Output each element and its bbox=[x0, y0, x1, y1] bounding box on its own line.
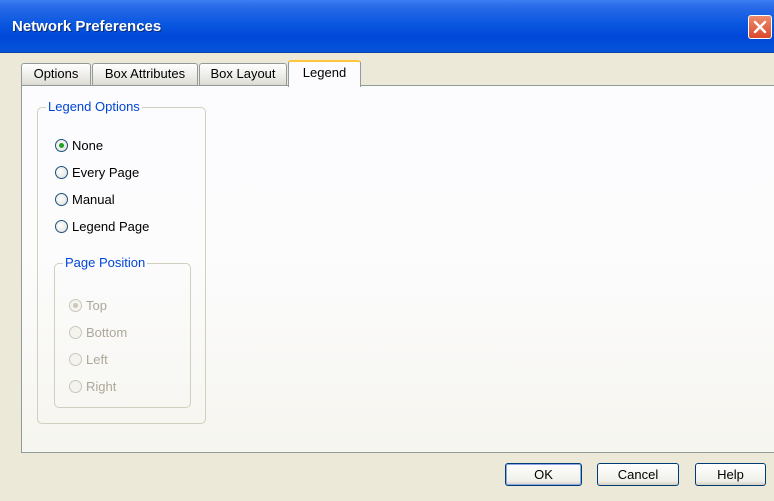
radio-button bbox=[69, 299, 82, 312]
close-icon bbox=[753, 20, 767, 34]
radio-button[interactable] bbox=[55, 139, 68, 152]
radio-button[interactable] bbox=[55, 220, 68, 233]
radio-legend-legend-page[interactable]: Legend Page bbox=[55, 219, 165, 237]
window-title: Network Preferences bbox=[12, 18, 162, 35]
radio-label: Left bbox=[86, 352, 108, 367]
network-preferences-dialog: Network Preferences Options Box Attribut… bbox=[0, 0, 774, 501]
tab-box-attributes[interactable]: Box Attributes bbox=[92, 63, 198, 85]
radio-label: Every Page bbox=[72, 165, 140, 180]
radio-position-left: Left bbox=[69, 352, 169, 370]
radio-button bbox=[69, 353, 82, 366]
radio-position-bottom: Bottom bbox=[69, 325, 169, 343]
radio-button[interactable] bbox=[55, 166, 68, 179]
tab-legend[interactable]: Legend bbox=[288, 60, 361, 87]
radio-legend-none[interactable]: None bbox=[55, 138, 165, 156]
close-button[interactable] bbox=[748, 15, 772, 39]
tab-panel-legend: Legend Options None Every Page Manual Le… bbox=[21, 85, 774, 453]
radio-label: Right bbox=[86, 379, 117, 394]
radio-label: None bbox=[72, 138, 104, 153]
page-position-group: Page Position Top Bottom Left Right bbox=[54, 255, 191, 408]
tab-options[interactable]: Options bbox=[21, 63, 91, 85]
radio-label: Manual bbox=[72, 192, 115, 207]
tab-label: Box Layout bbox=[210, 66, 276, 81]
cancel-button[interactable]: Cancel bbox=[597, 463, 679, 486]
ok-button[interactable]: OK bbox=[505, 463, 582, 486]
radio-button bbox=[69, 326, 82, 339]
legend-options-title: Legend Options bbox=[46, 99, 142, 114]
radio-label: Legend Page bbox=[72, 219, 150, 234]
tab-label: Legend bbox=[302, 65, 347, 80]
radio-button bbox=[69, 380, 82, 393]
radio-label: Top bbox=[86, 298, 107, 313]
radio-position-top: Top bbox=[69, 298, 169, 316]
page-position-title: Page Position bbox=[63, 255, 148, 270]
radio-selected-dot bbox=[59, 143, 64, 148]
radio-position-right: Right bbox=[69, 379, 169, 397]
radio-legend-every-page[interactable]: Every Page bbox=[55, 165, 165, 183]
radio-label: Bottom bbox=[86, 325, 128, 340]
tab-label: Box Attributes bbox=[104, 66, 186, 81]
legend-options-group: Legend Options None Every Page Manual Le… bbox=[37, 99, 206, 424]
help-button[interactable]: Help bbox=[695, 463, 766, 486]
radio-button[interactable] bbox=[55, 193, 68, 206]
radio-selected-dot bbox=[73, 303, 78, 308]
title-bar[interactable]: Network Preferences bbox=[0, 0, 774, 53]
tab-box-layout[interactable]: Box Layout bbox=[199, 63, 287, 85]
radio-legend-manual[interactable]: Manual bbox=[55, 192, 165, 210]
tab-label: Options bbox=[33, 66, 79, 81]
